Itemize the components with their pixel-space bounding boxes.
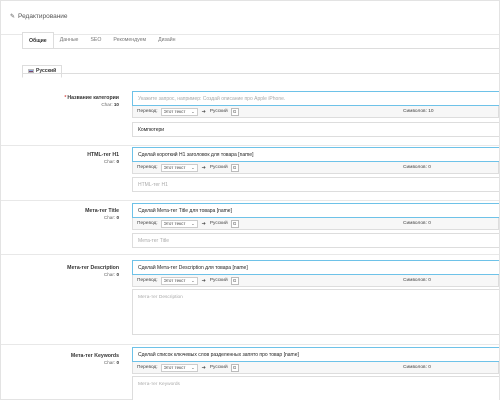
tabs-divider <box>22 48 499 49</box>
field-divider <box>1 145 499 146</box>
symbols-count: Символов: 0 <box>403 278 431 283</box>
translation-row: Перевод: Этот текст ⌄ ➔ Русский G Символо… <box>132 275 499 287</box>
prompt-input-h1[interactable]: Сделай короткий H1 заголовок для товара … <box>132 147 499 162</box>
char-counter: Char: 0 <box>103 159 119 164</box>
field-label-h1: HTML-тег H1 <box>87 152 119 158</box>
h1-input[interactable]: HTML-тег H1 <box>132 177 499 192</box>
char-counter: Char: 0 <box>103 360 119 365</box>
char-counter: Char: 10 <box>101 102 119 107</box>
meta-description-textarea[interactable]: Мета-тег Description <box>132 289 499 335</box>
language-tabs-divider <box>22 73 499 74</box>
translation-source-select[interactable]: Этот текст ⌄ <box>160 163 198 172</box>
tab-seo[interactable]: SEO <box>84 32 107 49</box>
meta-keywords-textarea[interactable]: Мета-тег Keywords <box>132 376 499 400</box>
field-label-meta-description: Мета-тег Description <box>67 265 119 271</box>
translation-row: Перевод: Этот текст ⌄ ➔ Русский G Символо… <box>132 162 499 174</box>
tab-design[interactable]: Дизайн <box>152 32 181 49</box>
google-translate-icon[interactable]: G <box>230 219 239 228</box>
field-divider <box>1 200 499 201</box>
pencil-icon: ✎ <box>10 14 16 20</box>
google-translate-icon[interactable]: G <box>230 363 239 372</box>
language-tabs: Русский <box>22 60 63 78</box>
prompt-input-meta-title[interactable]: Сделай Мета-тег Title для товара [name] <box>132 203 499 218</box>
panel-header: ✎ Редактирование <box>1 1 499 35</box>
google-translate-icon[interactable]: G <box>230 276 239 285</box>
symbols-count: Символов: 0 <box>403 221 431 226</box>
main-tabs: Общие Данные SEO Рекомендуем Дизайн <box>22 32 182 49</box>
symbols-count: Символов: 0 <box>403 365 431 370</box>
translation-source-select[interactable]: Этот текст ⌄ <box>160 363 198 372</box>
prompt-input-meta-keywords[interactable]: Сделай список ключевых слов разделенных … <box>132 347 499 362</box>
arrow-right-icon: ➔ <box>201 164 206 171</box>
tab-data[interactable]: Данные <box>54 32 85 49</box>
translation-source-select[interactable]: Этот текст ⌄ <box>160 219 198 228</box>
prompt-input-category-name[interactable]: Укажите запрос, например: Создай описани… <box>132 91 499 106</box>
field-divider <box>1 344 499 345</box>
field-label-meta-title: Мета-тег Title <box>85 208 119 214</box>
tab-recommended[interactable]: Рекомендуем <box>107 32 152 49</box>
arrow-right-icon: ➔ <box>201 220 206 227</box>
prompt-input-meta-description[interactable]: Сделай Мета-тег Description для товара [… <box>132 260 499 275</box>
translation-source-select[interactable]: Этот текст ⌄ <box>160 107 198 116</box>
translation-row: Перевод: Этот текст ⌄ ➔ Русский G Символо… <box>132 218 499 230</box>
chevron-down-icon: ⌄ <box>191 278 195 283</box>
translation-row: Перевод: Этот текст ⌄ ➔ Русский G Символо… <box>132 362 499 374</box>
chevron-down-icon: ⌄ <box>191 365 195 370</box>
tab-general[interactable]: Общие <box>22 32 54 49</box>
arrow-right-icon: ➔ <box>201 364 206 371</box>
translation-row: Перевод: Этот текст ⌄ ➔ Русский G Символо… <box>132 106 499 118</box>
google-translate-icon[interactable]: G <box>230 107 239 116</box>
char-counter: Char: 0 <box>103 272 119 277</box>
panel-title: Редактирование <box>18 13 68 20</box>
field-label-meta-keywords: Мета-тег Keywords <box>70 353 119 359</box>
chevron-down-icon: ⌄ <box>191 221 195 226</box>
language-tab-russian[interactable]: Русский <box>22 64 63 78</box>
translation-source-select[interactable]: Этот текст ⌄ <box>160 276 198 285</box>
chevron-down-icon: ⌄ <box>191 109 195 114</box>
meta-title-input[interactable]: Мета-тег Title <box>132 233 499 248</box>
google-translate-icon[interactable]: G <box>230 163 239 172</box>
field-label-category-name: *Название категории <box>64 95 119 101</box>
symbols-count: Символов: 0 <box>403 165 431 170</box>
edit-panel: ✎ Редактирование Общие Данные SEO Рекомен… <box>0 0 500 400</box>
field-divider <box>1 254 499 255</box>
symbols-count: Символов: 10 <box>403 109 434 114</box>
char-counter: Char: 0 <box>103 215 119 220</box>
category-name-input[interactable]: Компютери <box>132 122 499 137</box>
arrow-right-icon: ➔ <box>201 108 206 115</box>
arrow-right-icon: ➔ <box>201 277 206 284</box>
chevron-down-icon: ⌄ <box>191 165 195 170</box>
